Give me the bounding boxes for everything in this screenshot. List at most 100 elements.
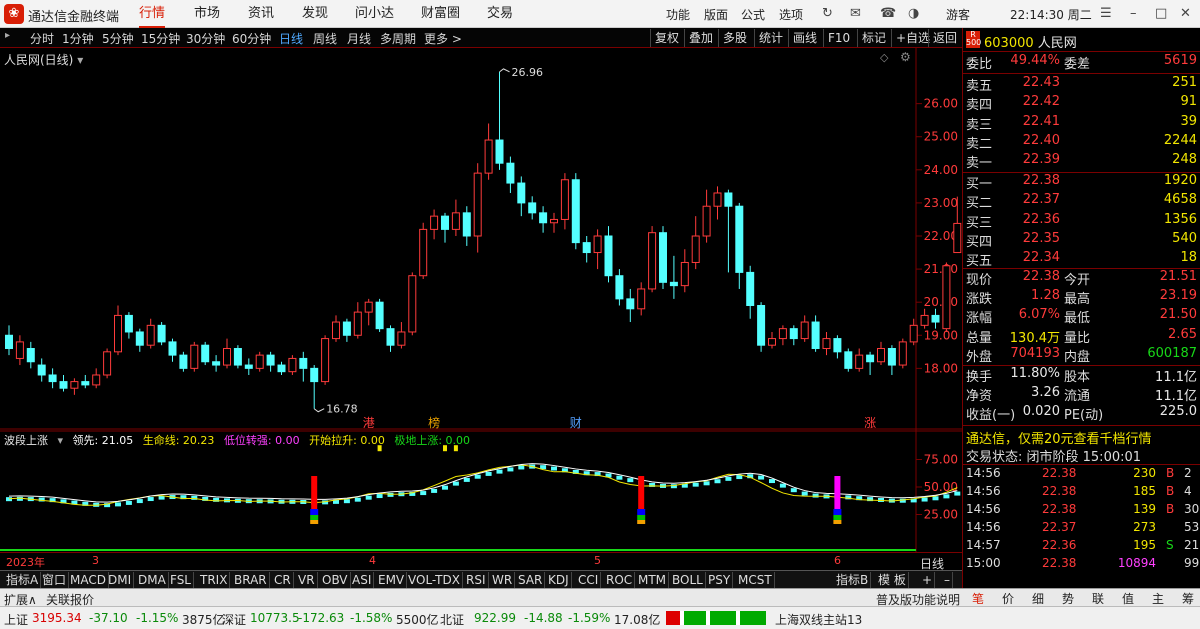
bid-row[interactable]: 买三 22.36 1356 — [962, 212, 1200, 231]
indicator-tab[interactable]: CR — [272, 572, 294, 588]
btn-fanhui[interactable]: 返回 — [928, 29, 961, 47]
menu-gongneng[interactable]: 功能 — [666, 6, 690, 23]
diamond-icon[interactable]: ◇ — [880, 51, 888, 64]
panel-tab[interactable]: 细 — [1032, 590, 1044, 607]
indicator-tab[interactable]: FSL — [168, 572, 194, 588]
indicator-tab[interactable]: ROC — [604, 572, 636, 588]
ask-row[interactable]: 卖一 22.39 248 — [962, 152, 1200, 171]
bid-row[interactable]: 买四 22.35 540 — [962, 231, 1200, 250]
indicator-tab[interactable]: VR — [296, 572, 318, 588]
menu-xuanxiang[interactable]: 选项 — [779, 6, 803, 23]
btn-biaoji[interactable]: 标记 — [857, 29, 890, 47]
period-1min[interactable]: 1分钟 — [62, 30, 94, 47]
indicator-tab[interactable]: VOL-TDX — [406, 572, 463, 588]
bid-row[interactable]: 买一 22.38 1920 — [962, 173, 1200, 192]
nav-caifuquan[interactable]: 财富圈 — [421, 0, 460, 28]
btn-f10[interactable]: F10 — [823, 29, 854, 47]
period-more[interactable]: 更多 > — [424, 30, 462, 47]
maximize-icon[interactable]: □ — [1155, 6, 1167, 21]
indicator-tab[interactable]: WR — [490, 572, 516, 588]
indicator-options-icon[interactable]: ▾ — [58, 434, 64, 447]
indicator-tab[interactable]: 模 板 — [876, 572, 909, 588]
indicator-tab[interactable]: BOLL — [670, 572, 706, 588]
indicator-tab[interactable]: PSY — [706, 572, 734, 588]
volume: 251 — [1172, 75, 1197, 90]
panel-tab[interactable]: 筹 — [1182, 590, 1194, 607]
close-icon[interactable]: ✕ — [1180, 6, 1191, 21]
promo-link[interactable]: 通达信，仅需20元查看千档行情 — [966, 428, 1152, 447]
btn-fuquan[interactable]: 复权 — [650, 29, 683, 47]
panel-tab[interactable]: 主 — [1152, 590, 1164, 607]
indicator-tab[interactable]: 指标A — [4, 572, 42, 588]
btn-huaxian[interactable]: 画线 — [788, 29, 821, 47]
nav-hangqing[interactable]: 行情 — [139, 0, 166, 28]
nav-wenxiaoda[interactable]: 问小达 — [355, 0, 394, 28]
indicator-tab[interactable]: DMI — [106, 572, 135, 588]
indicator-tab[interactable]: SAR — [516, 572, 546, 588]
bid-row[interactable]: 买五 22.34 18 — [962, 250, 1200, 269]
menu-gongshi[interactable]: 公式 — [741, 6, 765, 23]
nav-shichang[interactable]: 市场 — [194, 0, 220, 28]
indicator-tab[interactable]: EMV — [376, 572, 408, 588]
indicator-tab[interactable]: 指标B — [834, 572, 872, 588]
server-label[interactable]: 上海双线主站13 — [775, 611, 862, 628]
period-fenshi[interactable]: 分时 — [30, 30, 54, 47]
sz-index[interactable]: 10773.5 — [250, 611, 300, 625]
indicator-tab[interactable]: CCI — [576, 572, 602, 588]
period-daily[interactable]: 日线 — [279, 30, 303, 47]
sh-index[interactable]: 3195.34 — [32, 611, 82, 625]
toolbar-toggle-icon[interactable]: ▸ — [5, 30, 10, 41]
ask-row[interactable]: 卖二 22.40 2244 — [962, 133, 1200, 152]
bz-index[interactable]: 922.99 — [474, 611, 516, 625]
chart-options-icon[interactable]: ▾ — [77, 53, 83, 67]
indicator-tab[interactable]: MTM — [636, 572, 670, 588]
theme-icon[interactable]: ◑ — [908, 6, 919, 21]
headset-icon[interactable]: ☎ — [880, 6, 896, 21]
ask-row[interactable]: 卖三 22.41 39 — [962, 114, 1200, 133]
panel-tab[interactable]: 值 — [1122, 590, 1134, 607]
settings-icon[interactable]: ⚙ — [900, 50, 911, 64]
indicator-tab[interactable]: TRIX — [198, 572, 231, 588]
tab-add-icon[interactable]: + — [920, 572, 936, 588]
period-15min[interactable]: 15分钟 — [141, 30, 180, 47]
message-icon[interactable]: ✉ — [850, 6, 861, 21]
ask-row[interactable]: 卖四 22.42 91 — [962, 94, 1200, 113]
period-30min[interactable]: 30分钟 — [186, 30, 225, 47]
indicator-tab[interactable]: MCST — [736, 572, 775, 588]
indicator-tab[interactable]: OBV — [320, 572, 351, 588]
panel-tab[interactable]: 势 — [1062, 590, 1074, 607]
panel-tab[interactable]: 联 — [1092, 590, 1104, 607]
menu-banmian[interactable]: 版面 — [704, 6, 728, 23]
user-label[interactable]: 游客 — [946, 6, 970, 23]
tab-remove-icon[interactable]: – — [942, 572, 953, 588]
candlestick-chart[interactable]: 26.00 25.00 24.00 23.00 22.00 21.00 20.00 19.00… — [0, 48, 962, 430]
minimize-icon[interactable]: – — [1130, 6, 1137, 21]
indicator-chart[interactable]: 75.0050.0025.00 — [0, 430, 962, 552]
panel-tab[interactable]: 笔 — [972, 590, 984, 607]
btn-diejia[interactable]: 叠加 — [684, 29, 717, 47]
menu-icon[interactable]: ☰ — [1100, 6, 1112, 21]
indicator-name[interactable]: 波段上涨 — [4, 434, 48, 447]
period-multi[interactable]: 多周期 — [380, 30, 416, 47]
nav-jiaoyi[interactable]: 交易 — [487, 0, 513, 28]
indicator-tab[interactable]: BRAR — [232, 572, 270, 588]
refresh-icon[interactable]: ↻ — [822, 6, 833, 21]
period-60min[interactable]: 60分钟 — [232, 30, 271, 47]
period-weekly[interactable]: 周线 — [313, 30, 337, 47]
panel-tab[interactable]: 价 — [1002, 590, 1014, 607]
indicator-tab[interactable]: MACD — [68, 572, 109, 588]
nav-zixun[interactable]: 资讯 — [248, 0, 274, 28]
indicator-tab[interactable]: DMA — [136, 572, 169, 588]
bid-row[interactable]: 买二 22.37 4658 — [962, 192, 1200, 211]
nav-faxian[interactable]: 发现 — [302, 0, 328, 28]
indicator-tab[interactable]: 窗口 — [40, 572, 70, 588]
period-5min[interactable]: 5分钟 — [102, 30, 134, 47]
indicator-tab[interactable]: RSI — [464, 572, 489, 588]
btn-tongji[interactable]: 统计 — [754, 29, 787, 47]
indicator-tab[interactable]: ASI — [350, 572, 375, 588]
ask-row[interactable]: 卖五 22.43 251 — [962, 75, 1200, 94]
price: 22.35 — [1022, 230, 1060, 246]
indicator-tab[interactable]: KDJ — [546, 572, 572, 588]
period-monthly[interactable]: 月线 — [347, 30, 371, 47]
btn-duogu[interactable]: 多股 — [718, 29, 751, 47]
